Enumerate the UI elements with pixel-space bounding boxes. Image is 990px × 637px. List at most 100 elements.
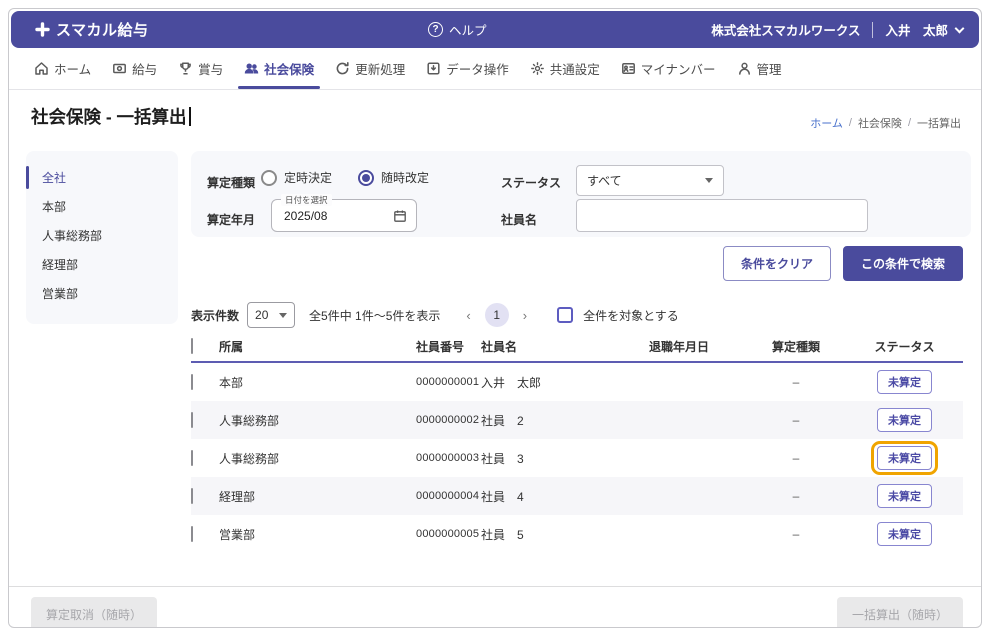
breadcrumb-home-link[interactable]: ホーム [810,115,843,131]
table-header-row: 所属 社員番号 社員名 退職年月日 算定種類 ステータス [191,331,963,363]
caret-down-icon [279,312,288,318]
nav-label: 賞与 [198,63,224,77]
page-size-label: 表示件数 [191,308,240,323]
nav-item-social-insurance[interactable]: 社会保険 [238,48,321,89]
row-checkbox[interactable] [191,526,193,542]
chevron-down-icon [954,23,965,33]
cell-name: 社員 5 [481,527,524,542]
prev-page-button[interactable]: ‹ [466,308,470,323]
col-header-employee-no: 社員番号 [416,339,465,354]
employee-table: 所属 社員番号 社員名 退職年月日 算定種類 ステータス 本部 00000000… [191,331,963,553]
status-select-value: すべて [587,174,622,188]
calc-month-date-field[interactable]: 日付を選択 2025/08 [271,194,417,232]
breadcrumb-separator: / [848,117,852,129]
cell-department: 人事総務部 [219,451,280,466]
col-header-calc-type: 算定種類 [771,339,820,354]
status-badge[interactable]: 未算定 [877,370,932,394]
cell-calc-type: – [792,527,800,541]
pager: ‹ 1 › [466,303,527,327]
employee-name-input[interactable] [576,199,868,232]
sidebar-item-accounting[interactable]: 経理部 [26,250,178,279]
download-box-icon [427,62,440,75]
col-header-status: ステータス [874,339,935,354]
batch-calculate-button[interactable]: 一括算出（随時） [836,597,963,627]
table-row: 人事総務部 0000000002 社員 2 – 未算定 [191,401,963,439]
breadcrumb-section: 社会保険 [857,118,902,130]
nav-item-settings[interactable]: 共通設定 [527,48,603,89]
table-row: 本部 0000000001 入井 太郎 – 未算定 [191,363,963,401]
person-icon [738,62,750,75]
result-summary: 全5件中 1件〜5件を表示 [309,308,441,323]
select-all-checkbox[interactable] [557,307,574,323]
table-row: 営業部 0000000005 社員 5 – 未算定 [191,515,963,553]
employee-name-label: 社員名 [501,213,538,227]
select-all-label: 全件を対象とする [583,308,679,323]
date-field-value: 2025/08 [284,208,328,223]
caret-down-icon [705,178,713,183]
col-header-name: 社員名 [481,339,518,354]
header-checkbox[interactable] [191,338,193,354]
calc-month-label: 算定年月 [207,213,256,227]
row-checkbox[interactable] [191,488,193,504]
nav-item-payroll[interactable]: 給与 [109,48,160,89]
nav-label: 更新処理 [355,63,406,77]
status-badge[interactable]: 未算定 [877,522,932,546]
people-icon [244,63,259,74]
company-name: 株式会社スマカルワークス [711,24,861,38]
trophy-icon [180,62,192,75]
cell-employee-no: 0000000005 [416,528,480,540]
page-size-value: 20 [255,308,269,322]
sidebar-item-sales[interactable]: 営業部 [26,279,178,308]
search-filter-panel: 算定種類 定時決定 随時改定 ステータス すべて 算定年月 日付を選択 2025… [191,151,971,237]
cell-employee-no: 0000000001 [416,376,480,388]
list-controls: 表示件数 20 全5件中 1件〜5件を表示 ‹ 1 › 全件を対象とする [191,302,679,328]
radio-occasional-revision[interactable]: 随時改定 [358,169,429,186]
radio-regular-determination[interactable]: 定時決定 [261,169,332,186]
row-checkbox[interactable] [191,412,193,428]
nav-item-update[interactable]: 更新処理 [332,48,408,89]
help-label: ヘルプ [449,24,487,38]
nav-item-bonus[interactable]: 賞与 [175,48,226,89]
row-checkbox[interactable] [191,374,193,390]
nav-label: 給与 [132,63,158,77]
cancel-calculation-button[interactable]: 算定取消（随時） [31,597,158,627]
sidebar-item-headquarters[interactable]: 本部 [26,192,178,221]
nav-item-mynumber[interactable]: マイナンバー [618,48,719,89]
table-row-highlighted: 人事総務部 0000000003 社員 3 – 未算定 [191,439,963,477]
row-checkbox[interactable] [191,450,193,466]
cell-calc-type: – [792,413,800,427]
nav-item-data-ops[interactable]: データ操作 [423,48,512,89]
status-badge-highlighted[interactable]: 未算定 [877,446,932,470]
next-page-button[interactable]: › [523,308,527,323]
nav-item-home[interactable]: ホーム [31,48,94,89]
breadcrumb: ホーム / 社会保険 / 一括算出 [810,115,961,131]
page-number-1[interactable]: 1 [484,303,509,327]
search-button[interactable]: この条件で検索 [842,246,963,281]
app-logo[interactable]: スマカル給与 [35,19,149,40]
cell-calc-type: – [792,451,800,465]
nav-item-admin[interactable]: 管理 [734,48,785,89]
page-size-select[interactable]: 20 [247,302,296,328]
clear-conditions-button[interactable]: 条件をクリア [722,246,831,281]
status-select[interactable]: すべて [576,165,724,196]
cell-department: 本部 [219,375,244,390]
cell-employee-no: 0000000003 [416,452,480,464]
filter-actions: 条件をクリア この条件で検索 [722,246,963,281]
nav-label: 管理 [756,63,782,77]
radio-icon [358,169,375,186]
user-menu[interactable]: 入井 太郎 [885,20,965,39]
nav-label: 共通設定 [549,63,600,77]
home-icon [35,62,48,75]
sidebar-item-all-company[interactable]: 全社 [26,163,178,192]
breadcrumb-separator: / [907,117,911,129]
cell-calc-type: – [792,489,800,503]
status-badge[interactable]: 未算定 [877,408,932,432]
top-header-bar: スマカル給与 ヘルプ 株式会社スマカルワークス 入井 太郎 [11,11,979,48]
status-badge[interactable]: 未算定 [877,484,932,508]
cell-name: 社員 3 [481,451,524,466]
cell-department: 営業部 [219,527,256,542]
department-sidebar: 全社 本部 人事総務部 経理部 営業部 [26,151,178,324]
nav-label: ホーム [54,63,92,77]
sidebar-item-hr[interactable]: 人事総務部 [26,221,178,250]
help-button[interactable]: ヘルプ [428,20,487,39]
